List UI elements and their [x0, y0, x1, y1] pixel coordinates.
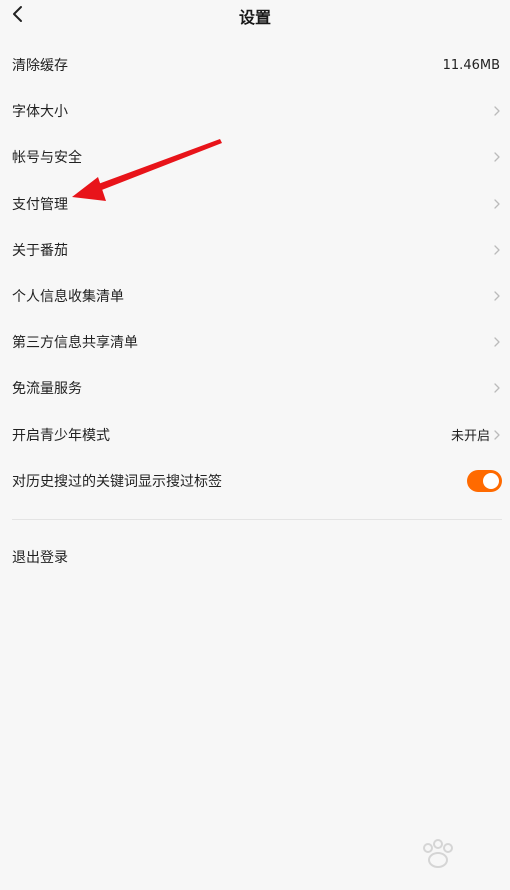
row-label: 免流量服务 — [12, 381, 82, 398]
teen-mode-status: 未开启 — [450, 429, 490, 445]
row-label: 字体大小 — [12, 104, 68, 121]
personal-info-list-row[interactable]: 个人信息收集清单 — [0, 273, 510, 319]
search-history-tag-row: 对历史搜过的关键词显示搜过标签 — [0, 458, 510, 504]
font-size-row[interactable]: 字体大小 — [0, 88, 510, 134]
chevron-right-icon — [492, 244, 502, 256]
chevron-right-icon — [492, 336, 502, 348]
row-label: 开启青少年模式 — [12, 427, 110, 444]
teen-mode-row[interactable]: 开启青少年模式 未开启 — [0, 412, 510, 458]
payment-management-row[interactable]: 支付管理 — [0, 181, 510, 227]
logout-label: 退出登录 — [12, 550, 68, 566]
page-title: 设置 — [238, 8, 271, 27]
third-party-sharing-row[interactable]: 第三方信息共享清单 — [0, 319, 510, 365]
settings-list: 清除缓存 11.46MB 字体大小 帐号与安全 支付管理 关于番茄 个人信息收集… — [0, 42, 510, 504]
search-history-tag-toggle[interactable] — [467, 469, 502, 492]
chevron-right-icon — [492, 382, 502, 394]
chevron-right-icon — [492, 290, 502, 302]
toggle-knob — [483, 472, 499, 489]
header: 设置 — [0, 0, 510, 30]
row-label: 清除缓存 — [12, 58, 68, 75]
row-label: 关于番茄 — [12, 242, 68, 259]
row-label: 支付管理 — [12, 196, 68, 213]
cache-size-value: 11.46MB — [442, 57, 500, 73]
chevron-right-icon — [492, 429, 502, 441]
row-label: 对历史搜过的关键词显示搜过标签 — [12, 473, 222, 490]
clear-cache-row[interactable]: 清除缓存 11.46MB — [0, 42, 510, 88]
account-security-row[interactable]: 帐号与安全 — [0, 134, 510, 180]
section-divider — [12, 519, 502, 520]
row-label: 帐号与安全 — [12, 150, 82, 167]
chevron-right-icon — [492, 198, 502, 210]
row-label: 个人信息收集清单 — [12, 289, 124, 306]
chevron-right-icon — [492, 151, 502, 163]
free-data-service-row[interactable]: 免流量服务 — [0, 365, 510, 411]
row-label: 第三方信息共享清单 — [12, 335, 138, 352]
logout-button[interactable]: 退出登录 — [0, 534, 510, 580]
about-row[interactable]: 关于番茄 — [0, 227, 510, 273]
watermark-paw-icon — [423, 839, 453, 868]
chevron-right-icon — [492, 105, 502, 117]
